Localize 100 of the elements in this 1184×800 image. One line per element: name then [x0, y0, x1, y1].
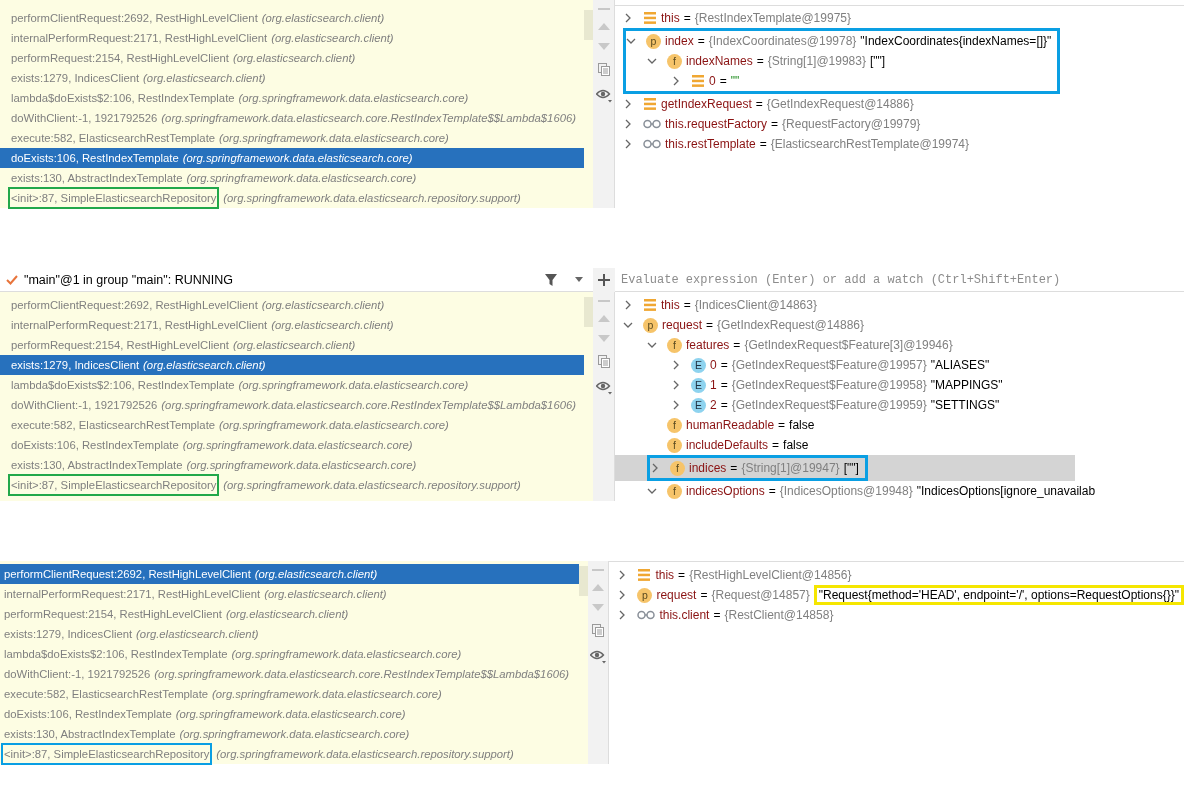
stack-frame-item[interactable]: exists:1279, IndicesClient (org.elasticsearch.client)	[0, 68, 584, 88]
variable-row[interactable]: p request = {GetIndexRequest@14886}	[615, 315, 1184, 335]
variable-row[interactable]: this = {IndicesClient@14863}	[615, 295, 1184, 315]
variable-row[interactable]: p index = {IndexCoordinates@19978} "IndexCoordinates{indexNames=[]}" f indexNames = {String[1]@19983} [""] 0 = ""	[615, 28, 1184, 94]
variable-row[interactable]: this.client = {RestClient@14858}	[609, 605, 1184, 625]
variable-row[interactable]: f includeDefaults = false	[615, 435, 1184, 455]
variable-row[interactable]: this.restTemplate = {ElasticsearchRestTemplate@19974}	[615, 134, 1184, 154]
stack-frame-item[interactable]: execute:582, ElasticsearchRestTemplate (org.springframework.data.elasticsearch.core)	[0, 128, 584, 148]
chevron-right-icon[interactable]	[671, 400, 681, 410]
copy-icon[interactable]	[592, 624, 604, 637]
variable-type: {IndicesOptions@19948}	[779, 484, 913, 498]
stack-frame-item[interactable]: execute:582, ElasticsearchRestTemplate (org.springframework.data.elasticsearch.core)	[0, 684, 579, 704]
variable-row[interactable]: f indexNames = {String[1]@19983} [""]	[626, 51, 1052, 71]
stack-frame-item[interactable]: lambda$doExists$2:106, RestIndexTemplate (org.springframework.data.elasticsearch.core)	[0, 644, 579, 664]
chevron-right-icon[interactable]	[623, 300, 633, 310]
chevron-down-icon[interactable]	[626, 36, 636, 46]
stack-frame-item[interactable]: doExists:106, RestIndexTemplate (org.springframework.data.elasticsearch.core)	[0, 148, 584, 168]
stack-frame-item[interactable]: doWithClient:-1, 1921792526 (org.springframework.data.elasticsearch.core.RestIndexTemplate$$Lambda$1606)	[0, 108, 584, 128]
stack-frame-item[interactable]: internalPerformRequest:2171, RestHighLevelClient (org.elasticsearch.client)	[0, 28, 584, 48]
stack-frame-item[interactable]: exists:130, AbstractIndexTemplate (org.springframework.data.elasticsearch.core)	[0, 455, 584, 475]
chevron-down-icon[interactable]	[647, 340, 657, 350]
scrollbar-thumb[interactable]	[584, 10, 593, 40]
stack-frame-item[interactable]: doExists:106, RestIndexTemplate (org.springframework.data.elasticsearch.core)	[0, 435, 584, 455]
variable-row[interactable]: f features = {GetIndexRequest$Feature[3]@19946}	[615, 335, 1184, 355]
frame-location: lambda$doExists$2:106, RestIndexTemplate	[11, 378, 235, 393]
eye-icon[interactable]	[595, 89, 612, 103]
scrollbar-thumb[interactable]	[578, 566, 588, 596]
stack-frame-item[interactable]: performRequest:2154, RestHighLevelClient (org.elasticsearch.client)	[0, 604, 579, 624]
variable-type: {IndicesClient@14863}	[694, 298, 817, 312]
filter-icon[interactable]	[545, 273, 557, 286]
stack-lines-icon	[643, 12, 657, 24]
chevron-down-icon[interactable]	[647, 56, 657, 66]
chevron-right-icon[interactable]	[623, 13, 633, 23]
variable-row[interactable]: p request = {Request@14857} "Request{method='HEAD', endpoint='/', options=RequestOptions{}}"	[609, 585, 1184, 605]
variable-row[interactable]: f indicesOptions = {IndicesOptions@19948} "IndicesOptions[ignore_unavailab	[615, 481, 1184, 501]
stack-frame-item[interactable]: performClientRequest:2692, RestHighLevelClient (org.elasticsearch.client)	[0, 295, 584, 315]
frame-package: (org.elasticsearch.client)	[254, 567, 378, 582]
stack-frame-item[interactable]: <init>:87, SimpleElasticsearchRepository (org.springframework.data.elasticsearch.repository.support)	[0, 188, 584, 208]
stack-frame-item[interactable]: performRequest:2154, RestHighLevelClient (org.elasticsearch.client)	[0, 48, 584, 68]
stack-frame-item[interactable]: exists:1279, IndicesClient (org.elasticsearch.client)	[0, 624, 579, 644]
stack-frame-item[interactable]: lambda$doExists$2:106, RestIndexTemplate (org.springframework.data.elasticsearch.core)	[0, 375, 584, 395]
variable-row[interactable]: E 1 = {GetIndexRequest$Feature@19958} "MAPPINGS"	[615, 375, 1184, 395]
variable-name: 2	[710, 398, 717, 412]
chevron-down-icon[interactable]	[623, 320, 633, 330]
stack-frame-item[interactable]: exists:130, AbstractIndexTemplate (org.springframework.data.elasticsearch.core)	[0, 168, 584, 188]
variable-row[interactable]: E 0 = {GetIndexRequest$Feature@19957} "ALIASES"	[615, 355, 1184, 375]
variable-name: request	[662, 318, 703, 332]
stack-frame-item[interactable]: performRequest:2154, RestHighLevelClient (org.elasticsearch.client)	[0, 335, 584, 355]
add-icon[interactable]	[598, 274, 610, 286]
chevron-right-icon[interactable]	[671, 76, 681, 86]
chevron-right-icon[interactable]	[623, 99, 633, 109]
scrollbar-thumb[interactable]	[584, 297, 593, 327]
stack-frame-item[interactable]: doExists:106, RestIndexTemplate (org.springframework.data.elasticsearch.core)	[0, 704, 579, 724]
eye-icon[interactable]	[595, 381, 612, 395]
equals-sign: =	[720, 358, 728, 372]
frame-location: performClientRequest:2692, RestHighLevelClient	[11, 11, 258, 26]
stack-frame-item[interactable]: exists:1279, IndicesClient (org.elasticsearch.client)	[0, 355, 584, 375]
variable-row[interactable]: 0 = ""	[626, 71, 1052, 91]
chevron-right-icon[interactable]	[671, 380, 681, 390]
variable-row[interactable]: this = {RestHighLevelClient@14856}	[609, 565, 1184, 585]
stack-frame-item[interactable]: exists:130, AbstractIndexTemplate (org.springframework.data.elasticsearch.core)	[0, 724, 579, 744]
variable-value: false	[789, 418, 815, 432]
caret-down-icon[interactable]	[575, 277, 583, 282]
stack-frame-item[interactable]: lambda$doExists$2:106, RestIndexTemplate (org.springframework.data.elasticsearch.core)	[0, 88, 584, 108]
chevron-right-icon[interactable]	[623, 119, 633, 129]
stack-frame-item[interactable]: internalPerformRequest:2171, RestHighLevelClient (org.elasticsearch.client)	[0, 315, 584, 335]
frame-location: performRequest:2154, RestHighLevelClient	[11, 338, 229, 353]
stack-frame-item[interactable]: execute:582, ElasticsearchRestTemplate (org.springframework.data.elasticsearch.core)	[0, 415, 584, 435]
variable-row[interactable]: this.requestFactory = {RequestFactory@19979}	[615, 114, 1184, 134]
variable-name: this.client	[659, 608, 710, 622]
variable-value: "IndexCoordinates{indexNames=[]}"	[860, 34, 1052, 48]
stack-frame-item[interactable]: <init>:87, SimpleElasticsearchRepository (org.springframework.data.elasticsearch.repository.support)	[0, 744, 579, 764]
variable-row[interactable]: f indices = {String[1]@19947} [""]	[615, 455, 1075, 481]
copy-icon[interactable]	[597, 63, 610, 76]
copy-icon[interactable]	[597, 355, 610, 368]
variable-row[interactable]: f humanReadable = false	[615, 415, 1184, 435]
variable-type: {String[1]@19983}	[767, 54, 866, 68]
chevron-right-icon[interactable]	[671, 360, 681, 370]
variable-name: this	[661, 298, 680, 312]
variable-row[interactable]: E 2 = {GetIndexRequest$Feature@19959} "SETTINGS"	[615, 395, 1184, 415]
stack-frame-item[interactable]: doWithClient:-1, 1921792526 (org.springframework.data.elasticsearch.core.RestIndexTemplate$$Lambda$1606)	[0, 664, 579, 684]
variable-row[interactable]: getIndexRequest = {GetIndexRequest@14886}	[615, 94, 1184, 114]
stack-frame-item[interactable]: internalPerformRequest:2171, RestHighLevelClient (org.elasticsearch.client)	[0, 584, 579, 604]
stack-frame-item[interactable]: performClientRequest:2692, RestHighLevelClient (org.elasticsearch.client)	[0, 8, 584, 28]
chevron-down-icon[interactable]	[647, 486, 657, 496]
chevron-right-icon[interactable]	[650, 463, 660, 473]
variable-type: {RestIndexTemplate@19975}	[694, 11, 851, 25]
eye-icon[interactable]	[590, 650, 606, 664]
variable-value: [""]	[843, 461, 859, 475]
stack-frame-item[interactable]: doWithClient:-1, 1921792526 (org.springframework.data.elasticsearch.core.RestIndexTemplate$$Lambda$1606)	[0, 395, 584, 415]
stack-frame-item[interactable]: performClientRequest:2692, RestHighLevelClient (org.elasticsearch.client)	[0, 564, 579, 584]
variable-row[interactable]: this = {RestIndexTemplate@19975}	[615, 8, 1184, 28]
frame-package: (org.elasticsearch.client)	[136, 627, 259, 642]
frame-location: exists:1279, IndicesClient	[11, 71, 140, 86]
variable-type: {String[1]@19947}	[741, 461, 840, 475]
chevron-right-icon[interactable]	[623, 139, 633, 149]
stack-frame-item[interactable]: <init>:87, SimpleElasticsearchRepository (org.springframework.data.elasticsearch.repository.support)	[0, 475, 584, 495]
frame-package: (org.elasticsearch.client)	[143, 71, 266, 86]
frame-location: exists:1279, IndicesClient	[11, 358, 140, 373]
variable-name: includeDefaults	[686, 438, 769, 452]
